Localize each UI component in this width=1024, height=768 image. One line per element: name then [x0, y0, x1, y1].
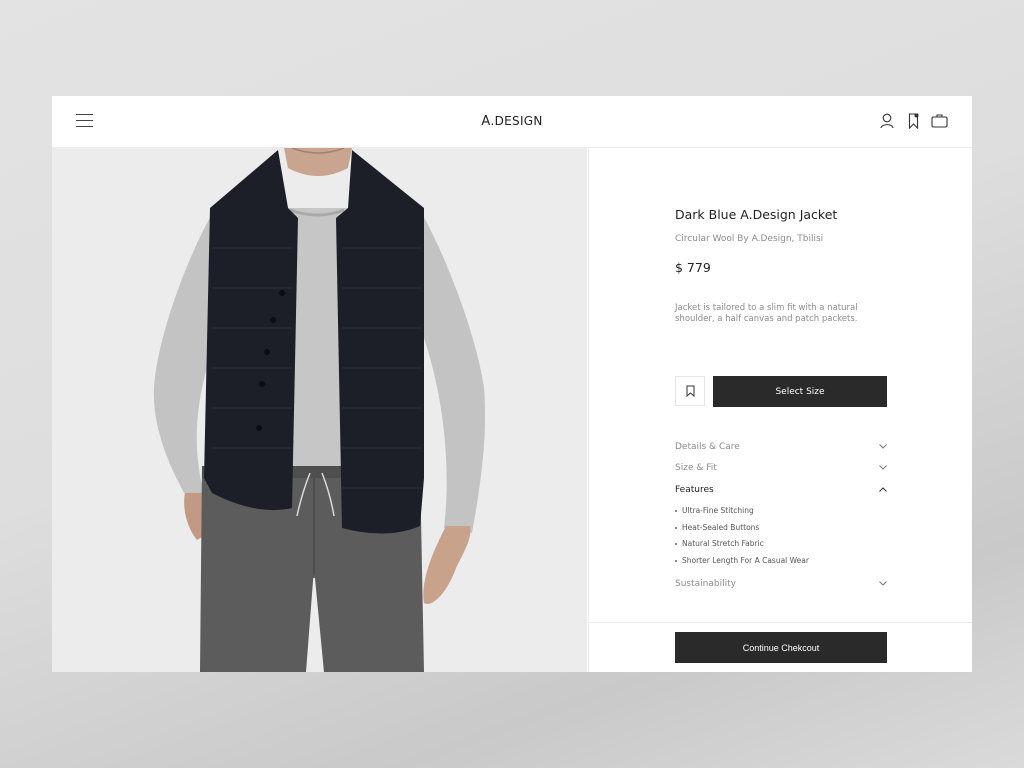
accordion-label: Details & Care — [675, 442, 740, 452]
accordion-size-fit[interactable]: Size & Fit — [675, 463, 887, 477]
feature-item: Ultra-Fine Stitching — [675, 506, 754, 515]
product-price: $ 779 — [675, 260, 711, 275]
chevron-up-icon — [879, 487, 887, 492]
user-icon[interactable] — [880, 113, 894, 129]
feature-label: Heat-Sealed Buttons — [682, 523, 760, 532]
logo-text: .DESIGN — [490, 114, 543, 128]
brand-logo[interactable]: A.DESIGN — [52, 114, 972, 129]
product-title: Dark Blue A.Design Jacket — [675, 207, 838, 222]
chevron-down-icon — [879, 581, 887, 586]
save-to-wishlist-button[interactable] — [675, 376, 705, 406]
accordion-label: Size & Fit — [675, 463, 717, 473]
accordion-details-care[interactable]: Details & Care — [675, 442, 887, 456]
product-subtitle: Circular Wool By A.Design, Tbilisi — [675, 234, 824, 244]
accordion-label: Sustainability — [675, 579, 736, 589]
feature-label: Shorter Length For A Casual Wear — [682, 556, 809, 565]
accordion-sustainability[interactable]: Sustainability — [675, 579, 887, 593]
product-description: Jacket is tailored to a slim fit with a … — [675, 303, 858, 324]
chevron-down-icon — [879, 465, 887, 470]
bag-icon[interactable] — [931, 113, 948, 128]
footer-divider — [589, 622, 972, 623]
logo-mark: A — [481, 114, 491, 129]
feature-label: Natural Stretch Fabric — [682, 539, 764, 548]
select-size-button[interactable]: Select Size — [713, 376, 887, 407]
continue-checkout-button[interactable]: Continue Chekcout — [675, 632, 887, 663]
bookmark-icon — [686, 385, 694, 397]
chevron-down-icon — [879, 444, 887, 449]
feature-item: Natural Stretch Fabric — [675, 539, 764, 548]
feature-item: Shorter Length For A Casual Wear — [675, 556, 809, 565]
app-window: A.DESIGN Dark Blue A.Design Jacket Circu… — [52, 96, 972, 672]
bookmark-icon[interactable] — [908, 113, 919, 129]
feature-item: Heat-Sealed Buttons — [675, 523, 759, 532]
model-illustration — [153, 148, 486, 672]
accordion-features[interactable]: Features — [675, 485, 887, 499]
accordion-label: Features — [675, 485, 714, 495]
top-header: A.DESIGN — [52, 96, 972, 148]
product-image — [52, 148, 587, 672]
feature-label: Ultra-Fine Stitching — [682, 506, 754, 515]
product-details-panel: Dark Blue A.Design Jacket Circular Wool … — [588, 148, 972, 672]
